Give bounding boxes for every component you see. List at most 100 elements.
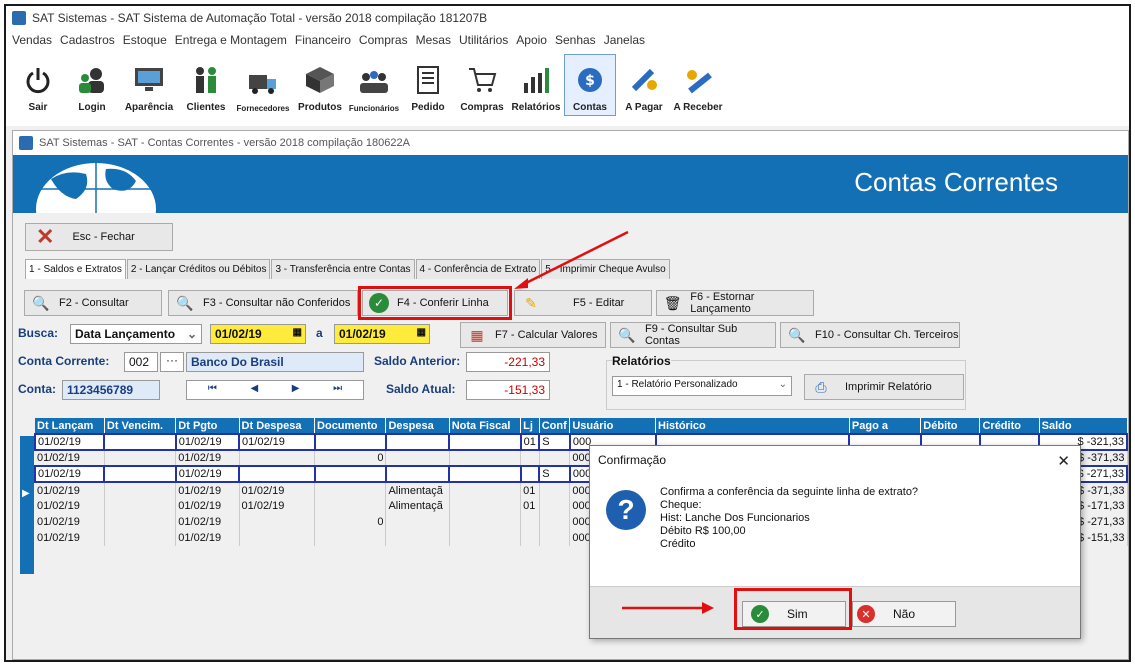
col-documento[interactable]: Documento: [314, 418, 387, 434]
cell-dt-lancam[interactable]: 01/02/19: [33, 465, 106, 483]
cell-dt-despesa[interactable]: [239, 514, 316, 530]
col-conf[interactable]: Conf: [539, 418, 571, 434]
cell-lj[interactable]: 01: [520, 482, 540, 498]
terceiros-button[interactable]: 🔍 F10 - Consultar Ch. Terceiros: [780, 322, 960, 348]
toolbar-funcionarios-button[interactable]: Funcionários: [348, 54, 400, 116]
menu-vendas[interactable]: Vendas: [12, 33, 52, 47]
cell-documento[interactable]: [313, 465, 387, 483]
cell-dt-lancam[interactable]: 01/02/19: [35, 450, 105, 466]
menu-compras[interactable]: Compras: [359, 33, 408, 47]
toolbar-fornecedores-button[interactable]: Fornecedores: [234, 54, 292, 116]
toolbar-relatorios-button[interactable]: Relatórios: [510, 54, 562, 116]
cell-conf[interactable]: [539, 482, 571, 498]
menu-janelas[interactable]: Janelas: [604, 33, 645, 47]
col-dt-pgto[interactable]: Dt Pgto: [175, 418, 240, 434]
cell-documento[interactable]: 0: [314, 450, 387, 466]
cell-conf[interactable]: [539, 450, 571, 466]
cell-dt-vencim[interactable]: [103, 465, 177, 483]
cell-dt-lancam[interactable]: 01/02/19: [35, 482, 105, 498]
toolbar-aparencia-button[interactable]: Aparência: [120, 54, 178, 116]
cell-dt-vencim[interactable]: [104, 450, 177, 466]
col-credito[interactable]: Crédito: [979, 418, 1040, 434]
estornar-button[interactable]: 🗑 F6 - Estornar Lançamento: [656, 290, 814, 316]
cell-dt-pgto[interactable]: 01/02/19: [174, 433, 241, 451]
cell-despesa[interactable]: [385, 514, 450, 530]
toolbar-areceber-button[interactable]: A Receber: [672, 54, 724, 116]
menu-cadastros[interactable]: Cadastros: [60, 33, 115, 47]
conta-field[interactable]: 1123456789: [62, 380, 160, 400]
cell-dt-despesa[interactable]: 01/02/19: [239, 498, 316, 514]
cell-nota-fiscal[interactable]: [449, 498, 522, 514]
tab-lancar[interactable]: 2 - Lançar Créditos ou Débitos: [126, 259, 271, 279]
toolbar-contas-button[interactable]: $ Contas: [564, 54, 616, 116]
cell-dt-despesa[interactable]: [238, 465, 316, 483]
toolbar-sair-button[interactable]: Sair: [12, 54, 64, 116]
cell-lj[interactable]: 01: [519, 433, 541, 451]
cell-dt-vencim[interactable]: [104, 514, 177, 530]
menu-financeiro[interactable]: Financeiro: [295, 33, 351, 47]
cell-dt-pgto[interactable]: 01/02/19: [175, 530, 240, 546]
date-to-field[interactable]: 01/02/19 ▦: [334, 324, 430, 344]
no-button[interactable]: ✕ Não: [852, 601, 956, 627]
date-from-field[interactable]: 01/02/19 ▦: [210, 324, 306, 344]
toolbar-apagar-button[interactable]: A Pagar: [618, 54, 670, 116]
menu-mesas[interactable]: Mesas: [416, 33, 451, 47]
cell-dt-pgto[interactable]: 01/02/19: [174, 465, 241, 483]
menu-entrega[interactable]: Entrega e Montagem: [175, 33, 287, 47]
cell-conf[interactable]: [539, 514, 571, 530]
cell-documento[interactable]: [313, 433, 387, 451]
cell-documento[interactable]: [314, 530, 387, 546]
col-nota-fiscal[interactable]: Nota Fiscal: [449, 418, 522, 434]
tab-transferencia[interactable]: 3 - Transferência entre Contas: [271, 259, 415, 279]
menu-apoio[interactable]: Apoio: [516, 33, 547, 47]
last-record-icon[interactable]: ⏭: [333, 383, 342, 397]
tab-saldos[interactable]: 1 - Saldos e Extratos: [25, 259, 126, 279]
col-usuario[interactable]: Usuário: [569, 418, 657, 434]
menu-estoque[interactable]: Estoque: [123, 33, 167, 47]
consultar-nao-conferidos-button[interactable]: 🔍 F3 - Consultar não Conferidos: [168, 290, 358, 316]
cell-dt-lancam[interactable]: 01/02/19: [35, 514, 105, 530]
prev-record-icon[interactable]: ◀: [250, 383, 258, 397]
next-record-icon[interactable]: ▶: [292, 383, 300, 397]
cell-despesa[interactable]: [385, 450, 450, 466]
cell-dt-lancam[interactable]: 01/02/19: [33, 433, 106, 451]
cell-dt-despesa[interactable]: 01/02/19: [238, 433, 316, 451]
menu-utilitarios[interactable]: Utilitários: [459, 33, 508, 47]
cell-documento[interactable]: [314, 482, 387, 498]
cell-lj[interactable]: [520, 450, 540, 466]
cell-dt-despesa[interactable]: [239, 450, 316, 466]
toolbar-compras-button[interactable]: Compras: [456, 54, 508, 116]
close-icon[interactable]: ✕: [1057, 452, 1070, 470]
cell-dt-vencim[interactable]: [104, 482, 177, 498]
cell-nota-fiscal[interactable]: [449, 530, 522, 546]
cell-dt-pgto[interactable]: 01/02/19: [175, 514, 240, 530]
cell-conf[interactable]: S: [538, 465, 571, 483]
cell-dt-pgto[interactable]: 01/02/19: [175, 482, 240, 498]
cell-conf[interactable]: [539, 530, 571, 546]
lookup-button[interactable]: ···: [160, 352, 184, 372]
cell-conf[interactable]: [539, 498, 571, 514]
sub-contas-button[interactable]: 🔍 F9 - Consultar Sub Contas: [610, 322, 776, 348]
cell-dt-lancam[interactable]: 01/02/19: [35, 498, 105, 514]
consultar-button[interactable]: 🔍 F2 - Consultar: [24, 290, 162, 316]
col-debito[interactable]: Débito: [920, 418, 981, 434]
toolbar-produtos-button[interactable]: Produtos: [294, 54, 346, 116]
cell-documento[interactable]: 0: [314, 514, 387, 530]
cell-dt-vencim[interactable]: [104, 530, 177, 546]
toolbar-pedido-button[interactable]: Pedido: [402, 54, 454, 116]
cell-lj[interactable]: [520, 514, 540, 530]
cell-dt-vencim[interactable]: [103, 433, 177, 451]
col-saldo[interactable]: Saldo: [1039, 418, 1128, 434]
cell-dt-pgto[interactable]: 01/02/19: [175, 498, 240, 514]
relatorio-select[interactable]: 1 - Relatório Personalizado ⌄: [612, 376, 792, 396]
conta-corrente-code[interactable]: 002: [124, 352, 158, 372]
first-record-icon[interactable]: ⏮: [208, 383, 217, 397]
cell-documento[interactable]: [314, 498, 387, 514]
cell-conf[interactable]: S: [538, 433, 571, 451]
cell-dt-pgto[interactable]: 01/02/19: [175, 450, 240, 466]
cell-nota-fiscal[interactable]: [448, 433, 522, 451]
col-despesa[interactable]: Despesa: [385, 418, 450, 434]
col-dt-vencim[interactable]: Dt Vencim.: [104, 418, 177, 434]
toolbar-login-button[interactable]: Login: [66, 54, 118, 116]
menu-senhas[interactable]: Senhas: [555, 33, 596, 47]
